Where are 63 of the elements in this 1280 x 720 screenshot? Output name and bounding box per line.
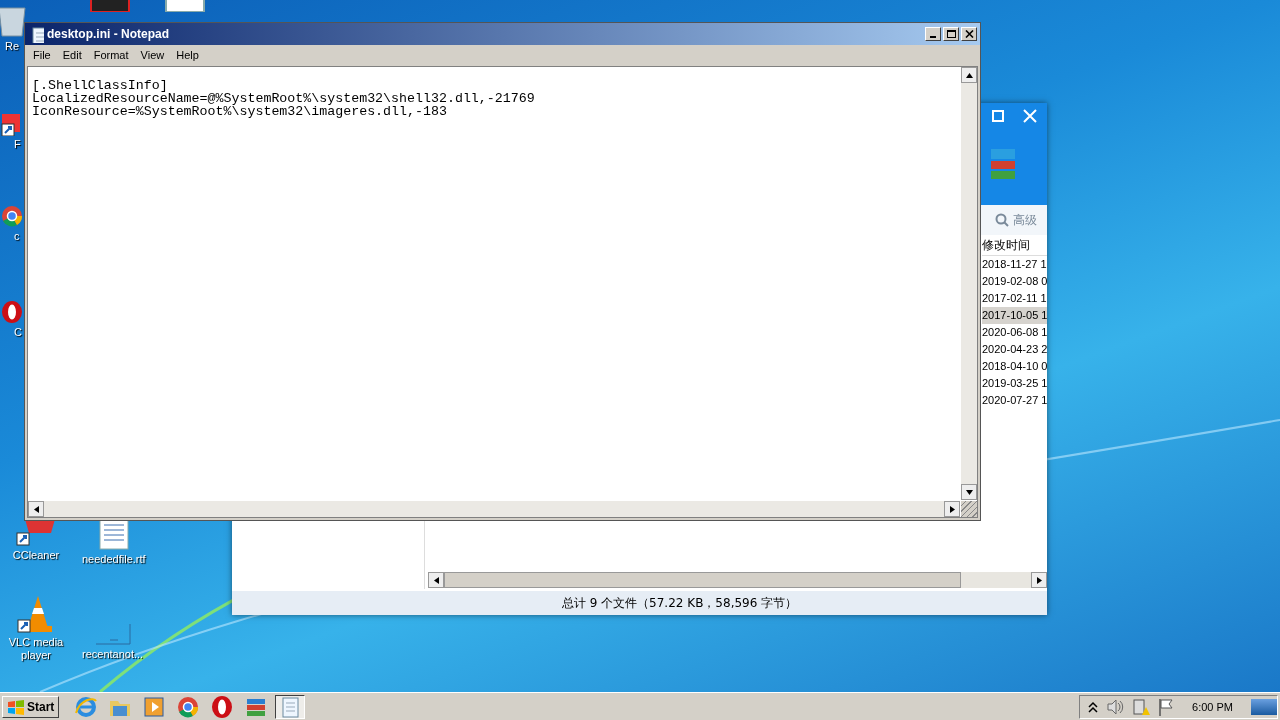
menu-item[interactable]: Help	[170, 48, 205, 61]
network-warning-icon	[1132, 697, 1151, 716]
scroll-up-button[interactable]	[961, 67, 977, 83]
resize-grip[interactable]	[961, 501, 977, 517]
menu-item[interactable]: View	[134, 48, 171, 61]
date-cell[interactable]: 2020-07-27 1	[982, 392, 1047, 409]
icon-label[interactable]: C	[14, 326, 22, 339]
recycle-bin-icon	[0, 4, 29, 38]
speaker-icon	[1106, 698, 1125, 715]
clock[interactable]: 6:00 PM	[1192, 700, 1233, 713]
scroll-right-button[interactable]	[944, 501, 960, 517]
windows-logo-icon	[7, 698, 25, 715]
icon-label[interactable]: c	[14, 230, 20, 243]
chevron-up-icon	[1088, 700, 1099, 713]
browser-e-icon	[74, 694, 99, 719]
scroll-left-button[interactable]	[428, 572, 444, 588]
date-cell[interactable]: 2017-02-11 1	[982, 290, 1047, 307]
maximize-icon	[992, 110, 1004, 122]
scroll-right-button[interactable]	[1031, 572, 1047, 588]
date-cell[interactable]: 2020-06-08 1	[982, 324, 1047, 341]
close-icon	[964, 30, 974, 38]
advanced-search-button[interactable]: 高级	[1013, 211, 1037, 229]
column-header[interactable]: 修改时间	[982, 235, 1047, 256]
maximize-button[interactable]	[943, 27, 959, 41]
icon-label[interactable]: F	[14, 138, 21, 151]
start-button[interactable]: Start	[2, 695, 60, 718]
close-button[interactable]	[961, 27, 977, 41]
scroll-thumb[interactable]	[444, 572, 961, 588]
triangle-right-icon	[1035, 575, 1043, 585]
date-cell[interactable]: 2018-04-10 0	[982, 358, 1047, 375]
scroll-down-button[interactable]	[961, 484, 977, 500]
triangle-down-icon	[964, 488, 974, 496]
search-icon	[995, 213, 1009, 227]
icon-label[interactable]: Re	[4, 40, 20, 53]
menu-item[interactable]: Format	[87, 48, 135, 61]
menu-item[interactable]: File	[27, 48, 57, 61]
chrome-icon	[0, 204, 24, 228]
show-desktop-button[interactable]	[1251, 698, 1277, 715]
window-title: desktop.ini - Notepad	[47, 27, 170, 41]
menu-item[interactable]: Edit	[56, 48, 88, 61]
minimize-button[interactable]	[925, 27, 941, 41]
taskbar-button[interactable]	[275, 694, 306, 719]
date-cell[interactable]: 2019-03-25 1	[982, 375, 1047, 392]
scroll-left-button[interactable]	[28, 501, 44, 517]
date-cell[interactable]: 2017-10-05 1	[982, 307, 1047, 324]
date-cell[interactable]: 2018-11-27 1	[982, 256, 1047, 273]
text-line: IconResource=%SystemRoot%\system32\imageres.dll,-183	[32, 105, 447, 118]
triangle-left-icon	[32, 504, 40, 514]
date-cell[interactable]: 2019-02-08 0	[982, 273, 1047, 290]
text-line: [.ShellClassInfo]	[32, 79, 168, 92]
close-icon	[1023, 109, 1037, 123]
horizontal-scrollbar[interactable]	[28, 501, 960, 517]
flag-icon	[1158, 697, 1175, 716]
status-text: 总计 9 个文件（57.22 KB，58,596 字节）	[232, 591, 1047, 615]
opera-icon	[0, 300, 24, 324]
triangle-left-icon	[432, 575, 440, 585]
vertical-scrollbar[interactable]	[961, 67, 977, 500]
text-line: LocalizedResourceName=@%SystemRoot%\system32\shell32.dll,-21769	[32, 92, 536, 105]
horizontal-scrollbar[interactable]	[428, 572, 1047, 588]
maximize-icon	[946, 30, 956, 38]
triangle-up-icon	[964, 71, 974, 79]
date-cell[interactable]: 2020-04-23 2	[982, 341, 1047, 358]
triangle-right-icon	[948, 504, 956, 514]
